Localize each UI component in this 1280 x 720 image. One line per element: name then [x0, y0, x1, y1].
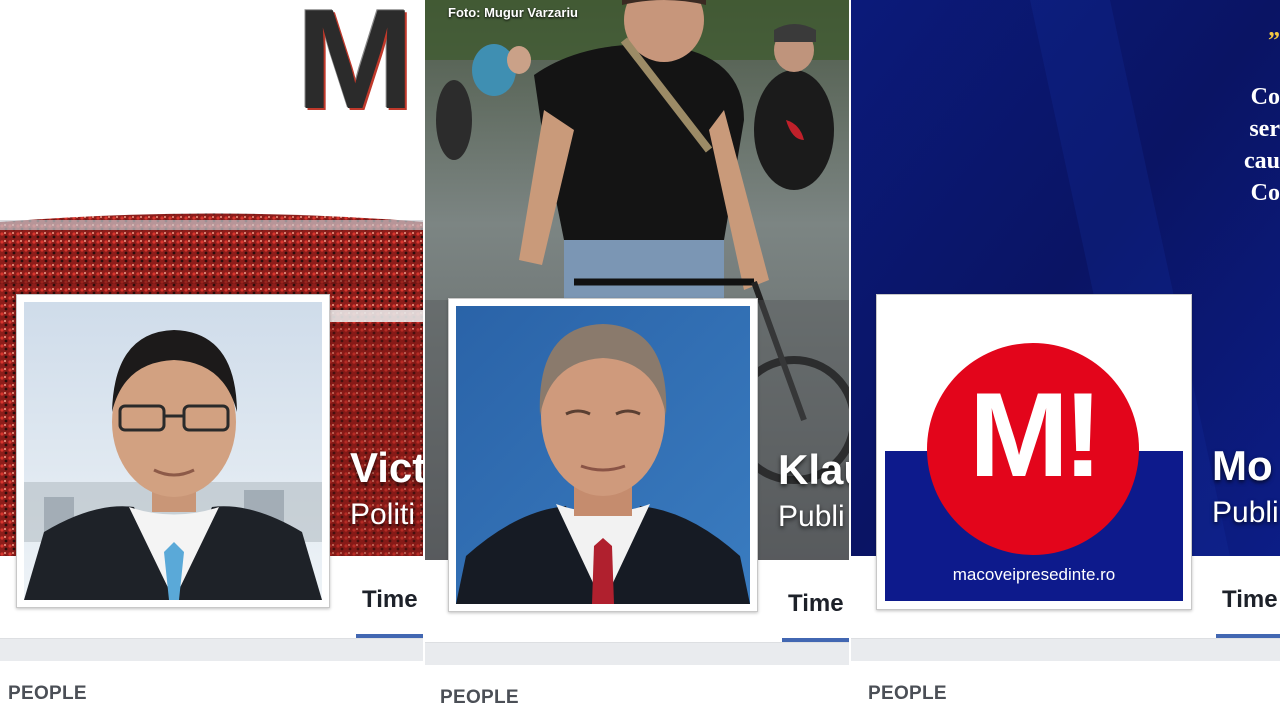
content-gap	[850, 639, 1280, 661]
tab-active-indicator	[782, 638, 850, 642]
logo-url: macoveipresedinte.ro	[952, 565, 1116, 584]
people-heading: PEOPLE	[868, 683, 947, 704]
page-category: Publi	[778, 500, 845, 533]
people-section: PEOPLE	[424, 665, 850, 720]
tab-timeline[interactable]: Time	[788, 590, 844, 618]
photo-credit: Foto: Mugur Varzariu	[448, 5, 578, 20]
profile-picture[interactable]	[448, 298, 758, 612]
profile-panel-ponta: M Vict Politi Time PEOPLE	[0, 0, 424, 720]
logo-mark: M!	[969, 368, 1103, 502]
tab-timeline[interactable]: Time	[362, 586, 418, 614]
page-category: Politi	[350, 498, 416, 531]
quote-line: cau	[1244, 148, 1280, 174]
page-category: Publi	[1212, 496, 1279, 529]
tab-active-indicator	[1216, 634, 1280, 638]
page-name[interactable]: Mo	[1212, 442, 1273, 490]
people-section: PEOPLE	[0, 661, 424, 720]
profile-panel-macovei: ” Co ser cau Co Mo Publi Time PEOPLE M! …	[850, 0, 1280, 720]
profile-photo-iohannis	[456, 306, 750, 604]
tab-timeline[interactable]: Time	[1222, 586, 1278, 614]
content-gap	[0, 639, 424, 661]
cover-logo: M	[296, 0, 424, 112]
people-heading: PEOPLE	[8, 683, 87, 704]
page-name[interactable]: Vict	[350, 444, 424, 492]
quote-line: Co	[1250, 180, 1280, 206]
profile-picture[interactable]: M! macoveipresedinte.ro	[876, 294, 1192, 610]
people-heading: PEOPLE	[440, 687, 519, 708]
people-section: PEOPLE	[850, 661, 1280, 720]
campaign-logo: M! macoveipresedinte.ro	[885, 303, 1183, 601]
profile-panel-iohannis: Foto: Mugur Varzariu Klau Publi Time PEO…	[424, 0, 850, 720]
cover-quote: ” Co ser cau Co	[1160, 26, 1280, 216]
tab-active-indicator	[356, 634, 424, 638]
page-name[interactable]: Klau	[778, 446, 850, 494]
cover-logo-letter: M	[296, 0, 414, 112]
quote-mark: ”	[1268, 28, 1280, 54]
content-gap	[424, 643, 850, 665]
quote-line: ser	[1249, 116, 1280, 142]
profile-photo-ponta	[24, 302, 322, 600]
quote-line: Co	[1250, 84, 1280, 110]
profile-picture[interactable]	[16, 294, 330, 608]
